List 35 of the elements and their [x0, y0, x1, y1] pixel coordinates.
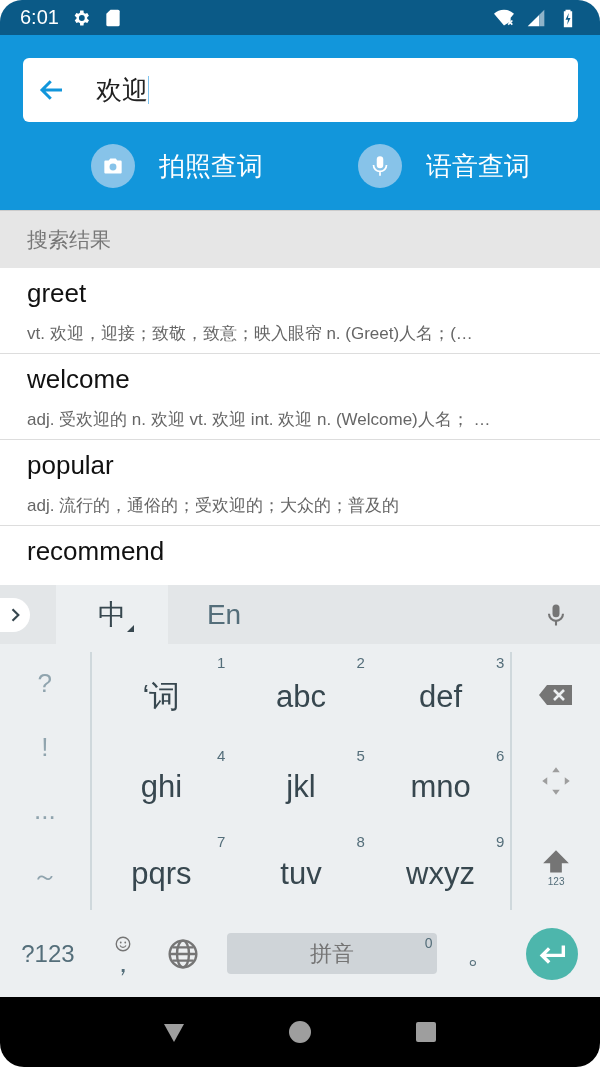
globe-key[interactable] — [167, 937, 200, 970]
letter-key[interactable]: 6 mno — [370, 736, 511, 824]
section-header: 搜索结果 — [0, 210, 600, 268]
result-definition: adj. 受欢迎的 n. 欢迎 vt. 欢迎 int. 欢迎 n. (Welcome)人名； … — [27, 409, 492, 431]
result-word[interactable]: popular — [27, 440, 573, 481]
wifi-icon — [494, 7, 514, 28]
language-tab[interactable]: 中 — [56, 585, 168, 644]
letter-key[interactable]: 1 ‘词 — [91, 644, 232, 737]
result-definition: vt. 欢迎，迎接；致敬，致意；映入眼帘 n. (Greet)人名；(… — [27, 323, 474, 345]
four-arrows-icon — [541, 766, 572, 796]
result-definition: adj. 流行的，通俗的；受欢迎的；大众的；普及的 — [27, 495, 401, 517]
letter-key[interactable]: 5 jkl — [231, 736, 371, 824]
result-word[interactable]: recommend — [27, 526, 573, 567]
period-key[interactable]: 。 — [436, 934, 527, 973]
home-circle-icon[interactable] — [288, 1020, 312, 1044]
letter-key[interactable]: 9 wxyz — [370, 823, 511, 910]
expand-button[interactable] — [0, 597, 30, 632]
result-word[interactable]: welcome — [27, 354, 573, 395]
letter-key[interactable]: 7 pqrs — [91, 823, 232, 910]
recents-square-icon[interactable] — [414, 1020, 438, 1044]
globe-icon — [167, 937, 200, 970]
signal-icon — [526, 7, 546, 28]
status-time: 6:01 — [20, 6, 59, 29]
smiley-icon — [113, 934, 132, 953]
space-key[interactable]: 拼音 0 — [227, 933, 437, 974]
shift-key[interactable]: 123 — [512, 824, 600, 910]
letter-key[interactable]: 4 ghi — [91, 736, 232, 824]
letter-key[interactable]: 8 tuv — [231, 823, 371, 910]
enter-key[interactable] — [526, 927, 578, 980]
search-field[interactable]: 欢迎 — [23, 58, 578, 122]
result-word[interactable]: greet — [27, 268, 573, 309]
language-tab[interactable]: En — [168, 585, 280, 644]
letter-key[interactable]: 3 def — [370, 644, 511, 737]
letter-key[interactable]: 2 abc — [231, 644, 371, 737]
symbols-key[interactable]: ?123 — [18, 939, 78, 968]
